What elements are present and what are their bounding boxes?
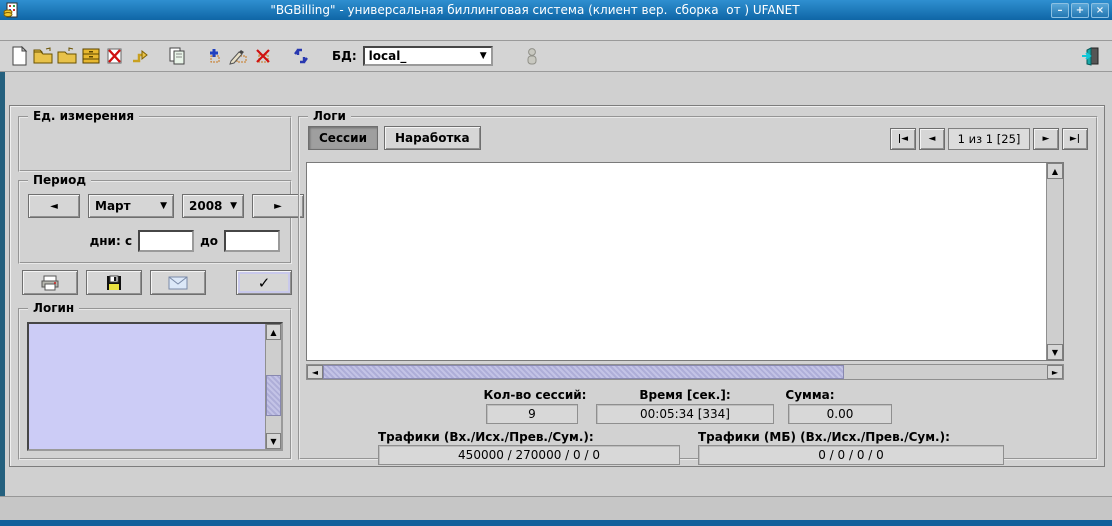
- print-button[interactable]: [22, 270, 78, 295]
- year-select[interactable]: 2008 ▼: [182, 194, 244, 218]
- scroll-down-icon[interactable]: ▼: [266, 433, 281, 449]
- units-group-title: Ед. измерения: [28, 109, 139, 123]
- sessions-view-button[interactable]: Сессии: [308, 126, 378, 150]
- envelope-icon: [168, 276, 188, 290]
- menu-bar: [0, 20, 1112, 41]
- apply-button[interactable]: ✓: [236, 270, 292, 295]
- window-bottom-border: [0, 520, 1112, 526]
- table-scroll-up-icon[interactable]: ▲: [1047, 163, 1063, 179]
- prev-page-button[interactable]: ◄: [919, 128, 945, 150]
- refresh-icon[interactable]: [290, 45, 312, 67]
- days-to-label: до: [200, 234, 218, 248]
- login-list[interactable]: ▲ ▼: [27, 322, 283, 451]
- next-icon: ►: [274, 201, 282, 212]
- dropdown-arrow-icon[interactable]: ▼: [480, 51, 487, 61]
- edit-item-icon[interactable]: [228, 45, 250, 67]
- next-page-button[interactable]: ►: [1033, 128, 1059, 150]
- app-icon: [3, 2, 19, 18]
- year-value: 2008: [189, 199, 222, 213]
- card-drawer-icon[interactable]: [80, 45, 102, 67]
- db-label: БД:: [332, 49, 357, 63]
- close-button[interactable]: ×: [1091, 3, 1109, 18]
- prev-month-button[interactable]: ◄: [28, 194, 80, 218]
- application-window: "BGBilling" - универсальная биллинговая …: [0, 0, 1112, 526]
- login-group: Логин ▲ ▼: [18, 308, 292, 460]
- db-select[interactable]: local_ ▼: [363, 46, 493, 66]
- days-from-label: дни: с: [90, 234, 132, 248]
- remove-item-icon[interactable]: [252, 45, 274, 67]
- month-select[interactable]: Март ▼: [88, 194, 174, 218]
- login-group-title: Логин: [28, 301, 79, 315]
- floppy-icon: [106, 275, 122, 291]
- logs-group-title: Логи: [308, 109, 351, 123]
- first-page-button[interactable]: |◄: [890, 128, 916, 150]
- scroll-up-icon[interactable]: ▲: [266, 324, 281, 340]
- page-indicator: 1 из 1 [25]: [948, 128, 1030, 150]
- time-value: 00:05:34 [334]: [596, 404, 774, 424]
- open-windows-taskbar: [0, 496, 1112, 520]
- next-month-button[interactable]: ►: [252, 194, 304, 218]
- period-group: Период ◄ Март ▼ 2008 ▼ ► дни: с до: [18, 180, 292, 264]
- sessions-count-label: Кол-во сессий:: [460, 388, 610, 402]
- sum-value: 0.00: [788, 404, 892, 424]
- scroll-thumb[interactable]: [266, 375, 281, 416]
- report-actions: ✓: [22, 270, 290, 296]
- redo-arrow-icon[interactable]: [128, 45, 150, 67]
- exit-icon[interactable]: [1080, 45, 1102, 67]
- toolbar: БД: local_ ▼: [0, 41, 1112, 72]
- new-document-icon[interactable]: [8, 45, 30, 67]
- db-selected-value: local_: [369, 49, 480, 63]
- copy-document-icon[interactable]: [166, 45, 188, 67]
- report-panel: Ед. измерения Период ◄ Март ▼ 2008 ▼ ► д…: [9, 105, 1105, 467]
- table-scroll-right-icon[interactable]: ►: [1047, 365, 1063, 379]
- window-left-border: [0, 72, 5, 520]
- printer-icon: [40, 275, 60, 291]
- title-bar: "BGBilling" - универсальная биллинговая …: [0, 0, 1112, 20]
- maximize-button[interactable]: +: [1071, 3, 1089, 18]
- traffic-value: 450000 / 270000 / 0 / 0: [378, 445, 680, 465]
- open-folder-icon[interactable]: [32, 45, 54, 67]
- open-folder-return-icon[interactable]: [56, 45, 78, 67]
- table-scroll-left-icon[interactable]: ◄: [307, 365, 323, 379]
- login-list-scrollbar[interactable]: ▲ ▼: [265, 324, 281, 449]
- units-group: Ед. измерения: [18, 116, 292, 172]
- worktime-view-button[interactable]: Наработка: [384, 126, 481, 150]
- mail-button[interactable]: [150, 270, 206, 295]
- user-lock-icon: [521, 45, 543, 67]
- pagination: |◄ ◄ 1 из 1 [25] ► ►|: [890, 128, 1088, 150]
- day-from-input[interactable]: [138, 230, 194, 252]
- traffic-mb-label: Трафики (МБ) (Вх./Исх./Прев./Сум.):: [698, 430, 1018, 444]
- sessions-count-value: 9: [486, 404, 578, 424]
- day-to-input[interactable]: [224, 230, 280, 252]
- sum-label: Сумма:: [740, 388, 880, 402]
- h-scroll-thumb[interactable]: [323, 365, 844, 379]
- logs-group: Логи Сессии Наработка |◄ ◄ 1 из 1 [25] ►…: [298, 116, 1098, 460]
- minimize-button[interactable]: –: [1051, 3, 1069, 18]
- window-title: "BGBilling" - универсальная биллинговая …: [19, 3, 1051, 17]
- month-value: Март: [95, 199, 131, 213]
- year-dropdown-icon: ▼: [230, 201, 237, 211]
- last-page-button[interactable]: ►|: [1062, 128, 1088, 150]
- period-group-title: Период: [28, 173, 91, 187]
- table-horizontal-scrollbar[interactable]: ◄ ►: [306, 364, 1064, 380]
- save-button[interactable]: [86, 270, 142, 295]
- traffic-label: Трафики (Вх./Исх./Прев./Сум.):: [378, 430, 678, 444]
- delete-document-icon[interactable]: [104, 45, 126, 67]
- sessions-table-container: ▲ ▼: [306, 162, 1064, 361]
- month-dropdown-icon: ▼: [160, 201, 167, 211]
- table-vertical-scrollbar[interactable]: ▲ ▼: [1046, 163, 1063, 360]
- check-icon: ✓: [258, 274, 271, 292]
- add-item-icon[interactable]: [204, 45, 226, 67]
- table-scroll-down-icon[interactable]: ▼: [1047, 344, 1063, 360]
- prev-icon: ◄: [50, 201, 58, 212]
- traffic-mb-value: 0 / 0 / 0 / 0: [698, 445, 1004, 465]
